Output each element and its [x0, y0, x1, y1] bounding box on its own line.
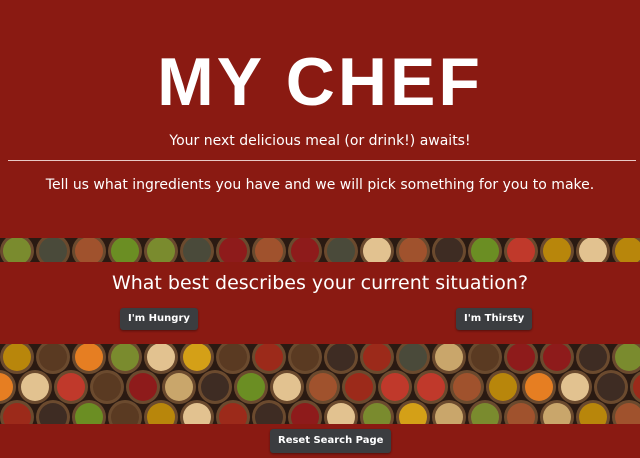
spice-bowls-graphic — [0, 344, 640, 424]
hungry-button[interactable]: I'm Hungry — [120, 308, 198, 330]
reset-search-button[interactable]: Reset Search Page — [270, 429, 392, 453]
thirsty-button[interactable]: I'm Thirsty — [456, 308, 533, 330]
tagline: Your next delicious meal (or drink!) awa… — [169, 133, 471, 149]
page-title: MY CHEF — [157, 44, 483, 120]
instructions-text: Tell us what ingredients you have and we… — [45, 177, 595, 193]
spice-bowls-image — [0, 344, 640, 424]
situation-panel: What best describes your current situati… — [0, 262, 640, 344]
situation-question: What best describes your current situati… — [111, 272, 529, 294]
divider — [8, 160, 636, 161]
footer: Reset Search Page — [0, 424, 640, 458]
